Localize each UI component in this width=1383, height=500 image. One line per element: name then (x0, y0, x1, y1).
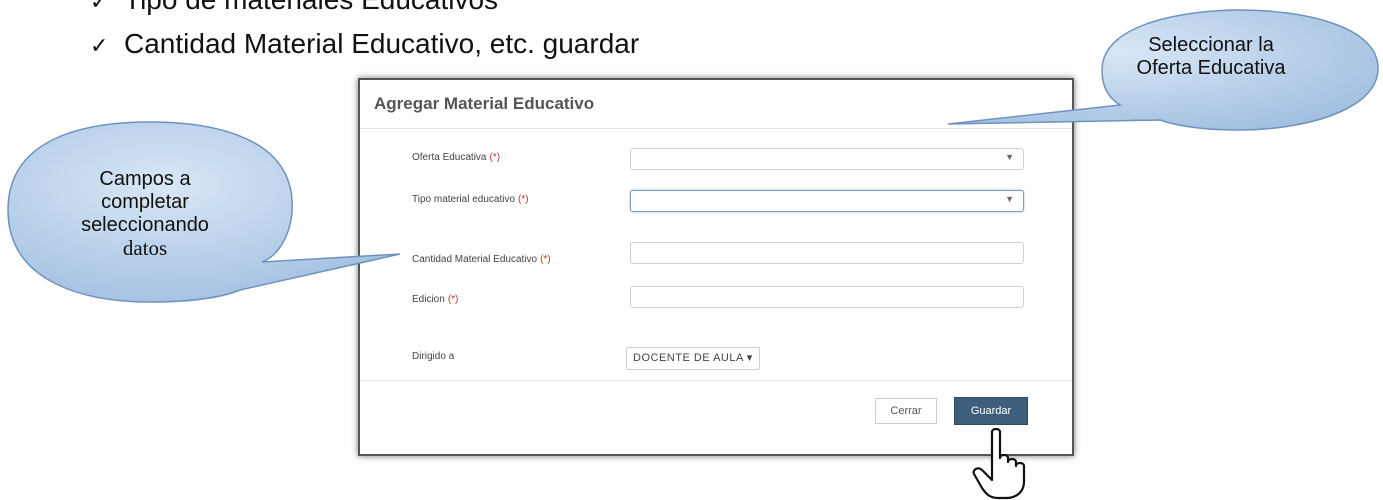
callout-campos-text: Campos a completar seleccionando datos (40, 168, 250, 260)
callout-line: Campos a (99, 168, 191, 190)
callout-line: completar (101, 191, 189, 213)
callout-line: Seleccionar la (1148, 34, 1274, 56)
hand-pointer-icon (972, 428, 1026, 500)
callout-line: datos (122, 236, 168, 260)
callout-oferta-text: Seleccionar la Oferta Educativa (1095, 34, 1327, 80)
callout-line: seleccionando (81, 214, 209, 236)
callout-line: Oferta Educativa (1136, 57, 1286, 79)
